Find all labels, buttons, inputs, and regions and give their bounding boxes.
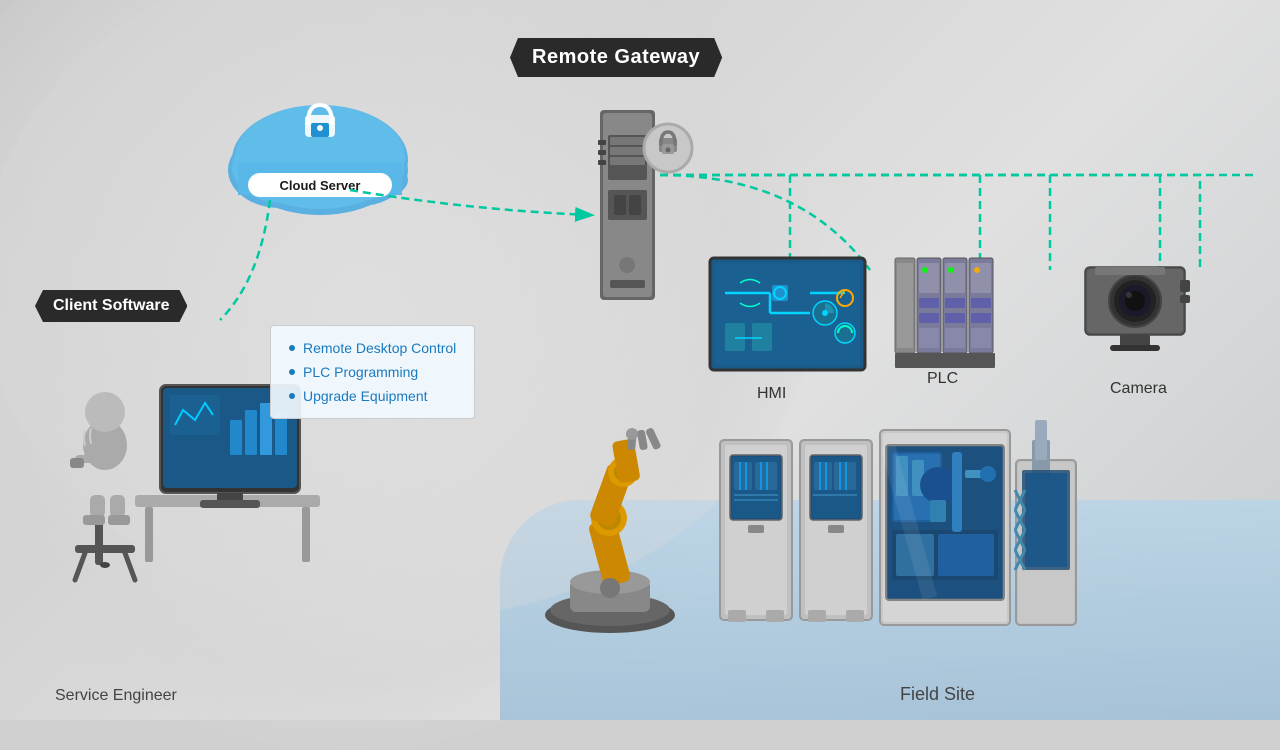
feature-item-2: PLC Programming bbox=[289, 360, 456, 384]
connections-svg: Cloud Server bbox=[0, 0, 1280, 720]
remote-gateway-label: Remote Gateway bbox=[510, 38, 722, 77]
feature-item-3: Upgrade Equipment bbox=[289, 384, 456, 408]
feature-bullet-3 bbox=[289, 393, 295, 399]
feature-item-1: Remote Desktop Control bbox=[289, 336, 456, 360]
feature-box: Remote Desktop Control PLC Programming U… bbox=[270, 325, 475, 419]
svg-text:Cloud Server: Cloud Server bbox=[280, 178, 361, 193]
field-site-label: Field Site bbox=[900, 684, 975, 705]
hmi-label: HMI bbox=[757, 385, 786, 403]
service-engineer-label: Service Engineer bbox=[55, 687, 177, 705]
main-content: Cloud Server bbox=[0, 0, 1280, 720]
camera-label: Camera bbox=[1110, 380, 1167, 398]
feature-bullet-1 bbox=[289, 345, 295, 351]
plc-label: PLC bbox=[927, 370, 958, 388]
client-software-label: Client Software bbox=[35, 290, 187, 322]
feature-bullet-2 bbox=[289, 369, 295, 375]
